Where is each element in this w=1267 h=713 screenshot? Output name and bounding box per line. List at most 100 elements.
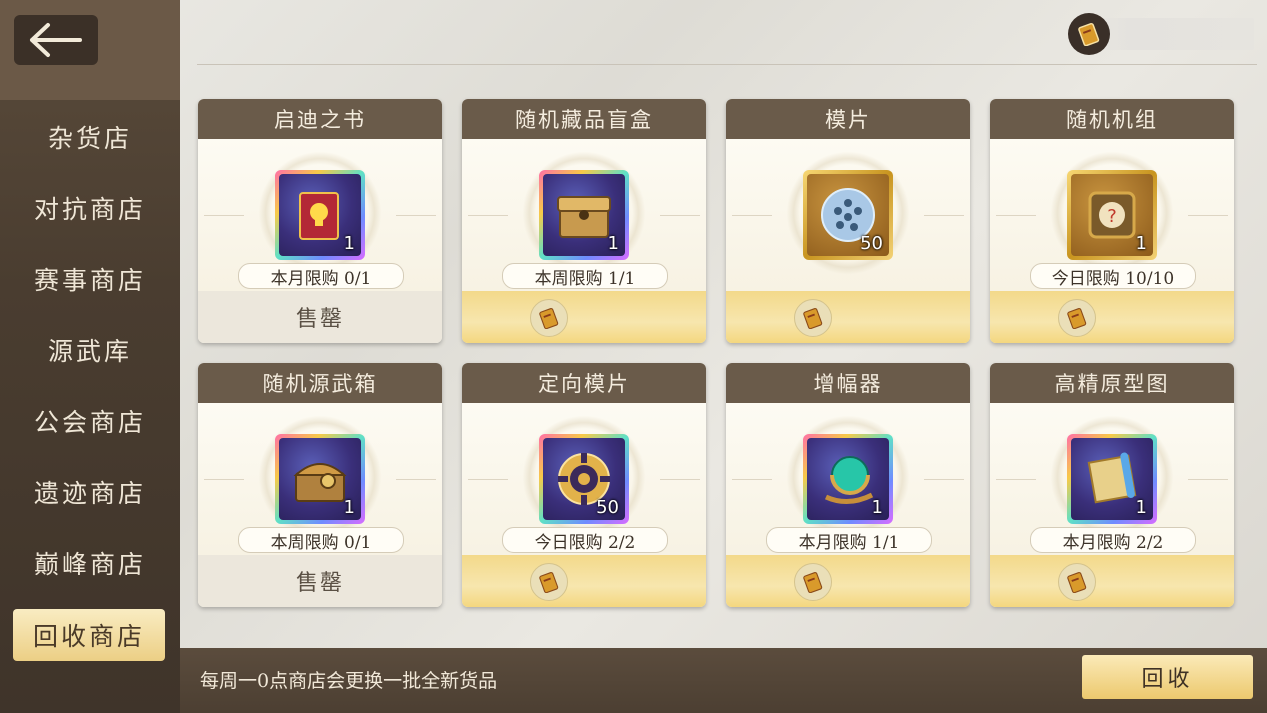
item-title: 随机藏品盲盒	[462, 99, 706, 139]
price-bar[interactable]	[462, 291, 706, 343]
item-icon-frame: 1	[275, 170, 365, 260]
sidebar-item-peak-shop[interactable]: 巅峰商店	[0, 535, 180, 591]
decor-line	[204, 215, 244, 216]
purchase-limit: 本月限购 0/1	[238, 263, 404, 289]
sidebar-item-label: 回收商店	[32, 622, 145, 651]
decor-line	[396, 479, 436, 480]
item-body: 1 本月限购 1/1	[726, 403, 970, 555]
item-body: 50	[726, 139, 970, 291]
item-quantity: 1	[343, 233, 355, 254]
sidebar-item-ruins-shop[interactable]: 遗迹商店	[0, 464, 180, 520]
decor-line	[660, 215, 700, 216]
sidebar-item-label: 遗迹商店	[33, 479, 146, 508]
item-body: 1 本月限购 0/1	[198, 139, 442, 291]
shop-item-card[interactable]: 随机源武箱 1 本周限购 0/1 售罄	[198, 363, 442, 607]
decor-line	[1188, 215, 1228, 216]
ticket-icon	[530, 299, 568, 337]
decor-line	[468, 215, 508, 216]
decor-line	[468, 479, 508, 480]
item-body: 1 本月限购 2/2	[990, 403, 1234, 555]
price-bar[interactable]	[462, 555, 706, 607]
sidebar-item-armory[interactable]: 源武库	[0, 322, 180, 378]
item-icon-frame: 50	[539, 434, 629, 524]
item-icon-frame: 1	[803, 434, 893, 524]
purchase-limit: 本周限购 1/1	[502, 263, 668, 289]
item-icon-frame: 1	[1067, 434, 1157, 524]
shop-item-card[interactable]: 随机机组? 1 今日限购 10/10	[990, 99, 1234, 343]
price-bar[interactable]	[726, 291, 970, 343]
decor-line	[396, 215, 436, 216]
sidebar-item-label: 对抗商店	[33, 195, 146, 224]
item-title: 定向模片	[462, 363, 706, 403]
sidebar-item-label: 赛事商店	[33, 266, 146, 295]
sidebar-item-label: 杂货店	[47, 124, 132, 153]
shop-item-card[interactable]: 增幅器 1 本月限购 1/1	[726, 363, 970, 607]
purchase-limit: 本周限购 0/1	[238, 527, 404, 553]
item-title: 随机机组	[990, 99, 1234, 139]
item-quantity: 1	[607, 233, 619, 254]
decor-line	[924, 479, 964, 480]
ticket-icon	[1068, 13, 1110, 55]
sidebar-item-event-shop[interactable]: 赛事商店	[0, 251, 180, 307]
item-icon-frame: 1	[539, 170, 629, 260]
sidebar-item-label: 巅峰商店	[33, 550, 146, 579]
disc-chip-icon: 50	[807, 174, 889, 256]
decor-line	[924, 215, 964, 216]
purchase-limit: 今日限购 2/2	[502, 527, 668, 553]
item-icon-frame: ? 1	[1067, 170, 1157, 260]
sidebar-item-grocery[interactable]: 杂货店	[0, 109, 180, 165]
item-body: 1 本周限购 0/1	[198, 403, 442, 555]
shop-item-card[interactable]: 启迪之书 1 本月限购 0/1 售罄	[198, 99, 442, 343]
item-quantity: 1	[1135, 233, 1147, 254]
decor-line	[204, 479, 244, 480]
decor-line	[732, 479, 772, 480]
sidebar-item-guild-shop[interactable]: 公会商店	[0, 393, 180, 449]
purchase-limit: 今日限购 10/10	[1030, 263, 1196, 289]
ticket-icon	[794, 563, 832, 601]
purchase-limit: 本月限购 2/2	[1030, 527, 1196, 553]
item-body: ? 1 今日限购 10/10	[990, 139, 1234, 291]
item-icon-frame: 50	[803, 170, 893, 260]
ticket-icon	[1058, 563, 1096, 601]
sidebar-item-label: 公会商店	[33, 408, 146, 437]
decor-line	[996, 479, 1036, 480]
item-body: 1 本周限购 1/1	[462, 139, 706, 291]
treasure-chest-icon: 1	[279, 438, 361, 520]
decor-line	[660, 479, 700, 480]
decor-line	[996, 215, 1036, 216]
svg-text:?: ?	[1107, 206, 1117, 227]
item-title: 模片	[726, 99, 970, 139]
amplifier-orb-icon: 1	[807, 438, 889, 520]
price-bar[interactable]	[990, 291, 1234, 343]
ticket-icon	[794, 299, 832, 337]
shop-item-card[interactable]: 随机藏品盲盒 1 本周限购 1/1	[462, 99, 706, 343]
sidebar-item-versus-shop[interactable]: 对抗商店	[0, 180, 180, 236]
target-chip-icon: 50	[543, 438, 625, 520]
shop-item-card[interactable]: 定向模片 50 今日限购 2/2	[462, 363, 706, 607]
back-button[interactable]	[14, 15, 98, 65]
item-quantity: 1	[871, 497, 883, 518]
sidebar-item-recycle-shop[interactable]: 回收商店	[13, 609, 165, 661]
item-title: 高精原型图	[990, 363, 1234, 403]
ticket-icon	[1058, 299, 1096, 337]
decor-line	[1188, 479, 1228, 480]
decor-line	[732, 215, 772, 216]
item-quantity: 1	[1135, 497, 1147, 518]
purchase-limit: 本月限购 1/1	[766, 527, 932, 553]
shop-item-card[interactable]: 高精原型图 1 本月限购 2/2	[990, 363, 1234, 607]
price-bar[interactable]	[726, 555, 970, 607]
item-title: 启迪之书	[198, 99, 442, 139]
item-title: 增幅器	[726, 363, 970, 403]
item-quantity: 1	[343, 497, 355, 518]
item-title: 随机源武箱	[198, 363, 442, 403]
item-quantity: 50	[860, 233, 883, 254]
shop-item-card[interactable]: 模片 50	[726, 99, 970, 343]
price-bar[interactable]	[990, 555, 1234, 607]
item-icon-frame: 1	[275, 434, 365, 524]
mystery-box-icon: 1	[543, 174, 625, 256]
recycle-button[interactable]: 回收	[1082, 655, 1253, 699]
header-divider	[197, 64, 1257, 65]
mystery-device-icon: ? 1	[1071, 174, 1153, 256]
blueprint-scroll-icon: 1	[1071, 438, 1153, 520]
item-quantity: 50	[596, 497, 619, 518]
